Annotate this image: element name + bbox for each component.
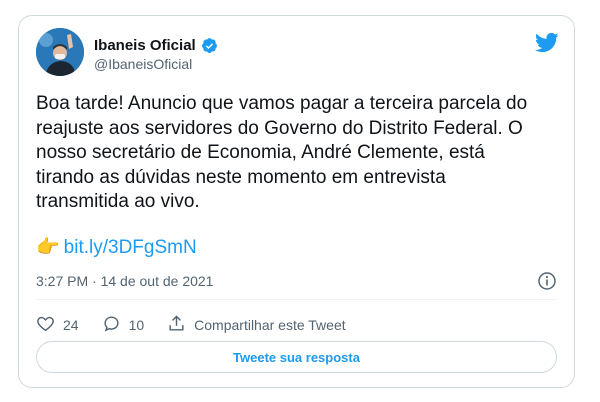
reply-button[interactable]: Tweete sua resposta: [36, 341, 557, 373]
author-handle[interactable]: @IbaneisOficial: [94, 56, 192, 72]
share-button[interactable]: Compartilhar este Tweet: [167, 314, 346, 336]
share-icon: [167, 314, 186, 336]
reply-count: 10: [128, 317, 145, 333]
divider: [36, 299, 557, 300]
author-name-row: Ibaneis Oficial: [94, 37, 218, 54]
like-button[interactable]: 24: [36, 314, 79, 336]
twitter-bird-icon[interactable]: [534, 32, 559, 53]
heart-icon: [36, 314, 55, 336]
tweet-link-row: 👉 bit.ly/3DFgSmN: [36, 236, 197, 260]
reply-bubble-icon: [102, 314, 121, 336]
tweet-timestamp[interactable]: 3:27 PM · 14 de out de 2021: [36, 273, 213, 289]
avatar[interactable]: [36, 28, 84, 76]
reply-count-button[interactable]: 10: [102, 314, 145, 336]
tweet-card: Ibaneis Oficial @IbaneisOficial Boa tard…: [18, 15, 575, 388]
author-name[interactable]: Ibaneis Oficial: [94, 37, 196, 54]
share-label: Compartilhar este Tweet: [194, 317, 346, 333]
like-count: 24: [63, 317, 79, 333]
info-icon[interactable]: [537, 271, 557, 291]
tweet-link[interactable]: bit.ly/3DFgSmN: [64, 236, 197, 260]
verified-badge-icon: [201, 37, 218, 54]
tweet-text: Boa tarde! Anuncio que vamos pagar a ter…: [36, 93, 528, 212]
pointing-right-icon: 👉: [36, 237, 60, 258]
tweet-actions: 24 10 Compartilhar este Tweet: [36, 314, 369, 336]
